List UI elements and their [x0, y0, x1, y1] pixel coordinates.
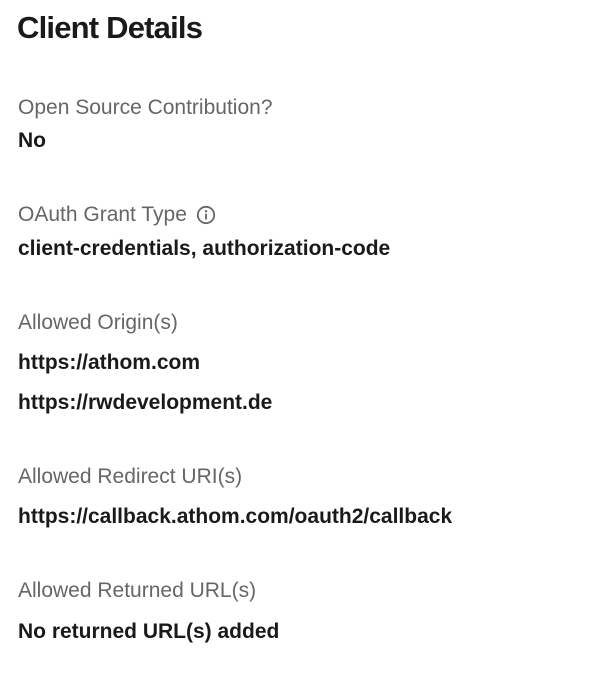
grant-type-value: client-credentials, authorization-code: [18, 237, 391, 260]
returned-urls-label: Allowed Returned URL(s): [18, 579, 257, 602]
info-icon[interactable]: [196, 205, 216, 225]
open-source-label: Open Source Contribution?: [18, 96, 273, 119]
origins-label: Allowed Origin(s): [18, 311, 178, 334]
grant-type-label-text: OAuth Grant Type: [18, 203, 187, 226]
origin-item: https://athom.com: [18, 351, 200, 374]
returned-urls-value: No returned URL(s) added: [18, 620, 280, 643]
redirect-uri-item: https://callback.athom.com/oauth2/callba…: [18, 505, 453, 528]
origin-item: https://rwdevelopment.de: [18, 391, 273, 414]
open-source-value: No: [18, 129, 46, 152]
grant-type-label: OAuth Grant Type: [18, 202, 216, 228]
redirect-uris-label: Allowed Redirect URI(s): [18, 465, 243, 488]
page-title: Client Details: [17, 10, 203, 45]
